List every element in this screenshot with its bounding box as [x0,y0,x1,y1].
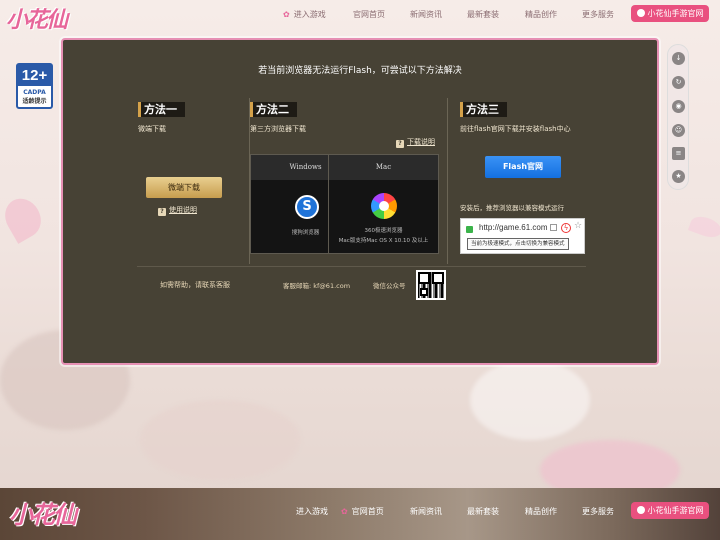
method-three: 方法三 前往flash官网下载并安装flash中心 [460,98,571,134]
method-two: 方法二 第三方浏览器下载 [250,98,306,134]
mode-tooltip: 当前为极速模式，点击切换为兼容模式 [467,238,569,250]
question-icon: ? [396,140,404,148]
nav-news[interactable]: 新闻资讯 [410,506,442,517]
bottom-navigation: 小花仙 进入游戏 ✿ 官网首页 新闻资讯 最新套装 精品创作 更多服务 小花仙手游… [0,488,720,540]
age-rating-badge[interactable]: 12+ CADPA 适龄提示 [16,63,53,109]
compat-mode-hint: 安装后，推荐浏览器以兼容模式运行 [460,204,564,212]
star-icon: ☆ [574,221,583,231]
service-icon[interactable]: ☺ [672,124,685,137]
method-three-subtitle: 前往flash官网下载并安装flash中心 [460,125,571,133]
nav-home[interactable]: 官网首页 [353,9,385,20]
side-toolbar: ↓ ↻ ◉ ☺ ≡ ★ [667,44,689,190]
flower-icon: ✿ [341,507,348,516]
nav-creations[interactable]: 精品创作 [525,9,557,20]
nav-home[interactable]: ✿ 官网首页 [341,506,384,517]
browser-os-label: Mac [329,155,438,180]
help-text: 如需帮助，请联系客服 [160,281,230,289]
wechat-qr-code [416,270,446,300]
favorite-icon[interactable]: ★ [672,170,685,183]
wechat-label: 微信公众号 [373,282,406,290]
method-one-heading: 方法一 [138,102,185,117]
top-navigation: 小花仙 ✿ 进入游戏 官网首页 新闻资讯 最新套装 精品创作 更多服务 小花仙手游… [0,0,720,33]
screenshot-icon[interactable]: ◉ [672,100,685,113]
game-logo[interactable]: 小花仙 [6,2,68,34]
method-two-heading: 方法二 [250,102,297,117]
download-guide-link[interactable]: ? 下载说明 [396,137,435,148]
nav-more-services[interactable]: 更多服务 [582,506,614,517]
method-two-subtitle: 第三方浏览器下载 [250,125,306,133]
method-one: 方法一 微端下载 [138,98,185,134]
browser-name: 360极速浏览器 [364,228,403,234]
method-one-subtitle: 微端下载 [138,125,166,133]
usage-guide-link[interactable]: ? 使用说明 [158,205,197,216]
lightning-mode-icon: ϟ [561,223,571,233]
question-icon: ? [158,208,166,216]
method-three-heading: 方法三 [460,102,507,117]
360-browser-icon [371,193,397,219]
grid-icon [550,224,557,231]
download-icon[interactable]: ↓ [672,52,685,65]
mobile-site-button[interactable]: 小花仙手游官网 [631,5,709,22]
mobile-icon [636,506,645,514]
browser-note: Mac版支持Mac OS X 10.10 及以上 [338,238,429,244]
nav-enter-game[interactable]: 进入游戏 [296,506,328,517]
mobile-site-button[interactable]: 小花仙手游官网 [631,502,709,519]
support-email: 客服邮箱: kf@61.com [283,282,351,290]
flash-official-button[interactable]: Flash官网 [485,156,561,178]
client-download-button[interactable]: 微端下载 [146,177,222,198]
refresh-icon[interactable]: ↻ [672,76,685,89]
shield-icon [466,226,473,233]
nav-enter-game[interactable]: ✿ 进入游戏 [283,9,326,20]
nav-news[interactable]: 新闻资讯 [410,9,442,20]
mobile-icon [636,9,645,17]
360-browser-card[interactable]: Mac 360极速浏览器 Mac版支持Mac OS X 10.10 及以上 [328,154,439,254]
divider [447,98,448,264]
demo-url: http://game.61.com [479,223,548,232]
nav-new-outfits[interactable]: 最新套装 [467,506,499,517]
note-icon[interactable]: ≡ [672,147,685,160]
nav-more-services[interactable]: 更多服务 [582,9,614,20]
divider [137,266,586,267]
nav-new-outfits[interactable]: 最新套装 [467,9,499,20]
sogou-browser-icon [295,195,319,219]
flash-help-panel: 若当前浏览器无法运行Flash，可尝试以下方法解决 方法一 微端下载 微端下载 … [61,38,659,365]
nav-creations[interactable]: 精品创作 [525,506,557,517]
flower-icon: ✿ [283,10,290,19]
panel-title: 若当前浏览器无法运行Flash，可尝试以下方法解决 [258,66,462,76]
address-bar-demo: http://game.61.com ϟ ☆ 当前为极速模式，点击切换为兼容模式 [460,218,585,254]
game-logo[interactable]: 小花仙 [9,495,77,530]
